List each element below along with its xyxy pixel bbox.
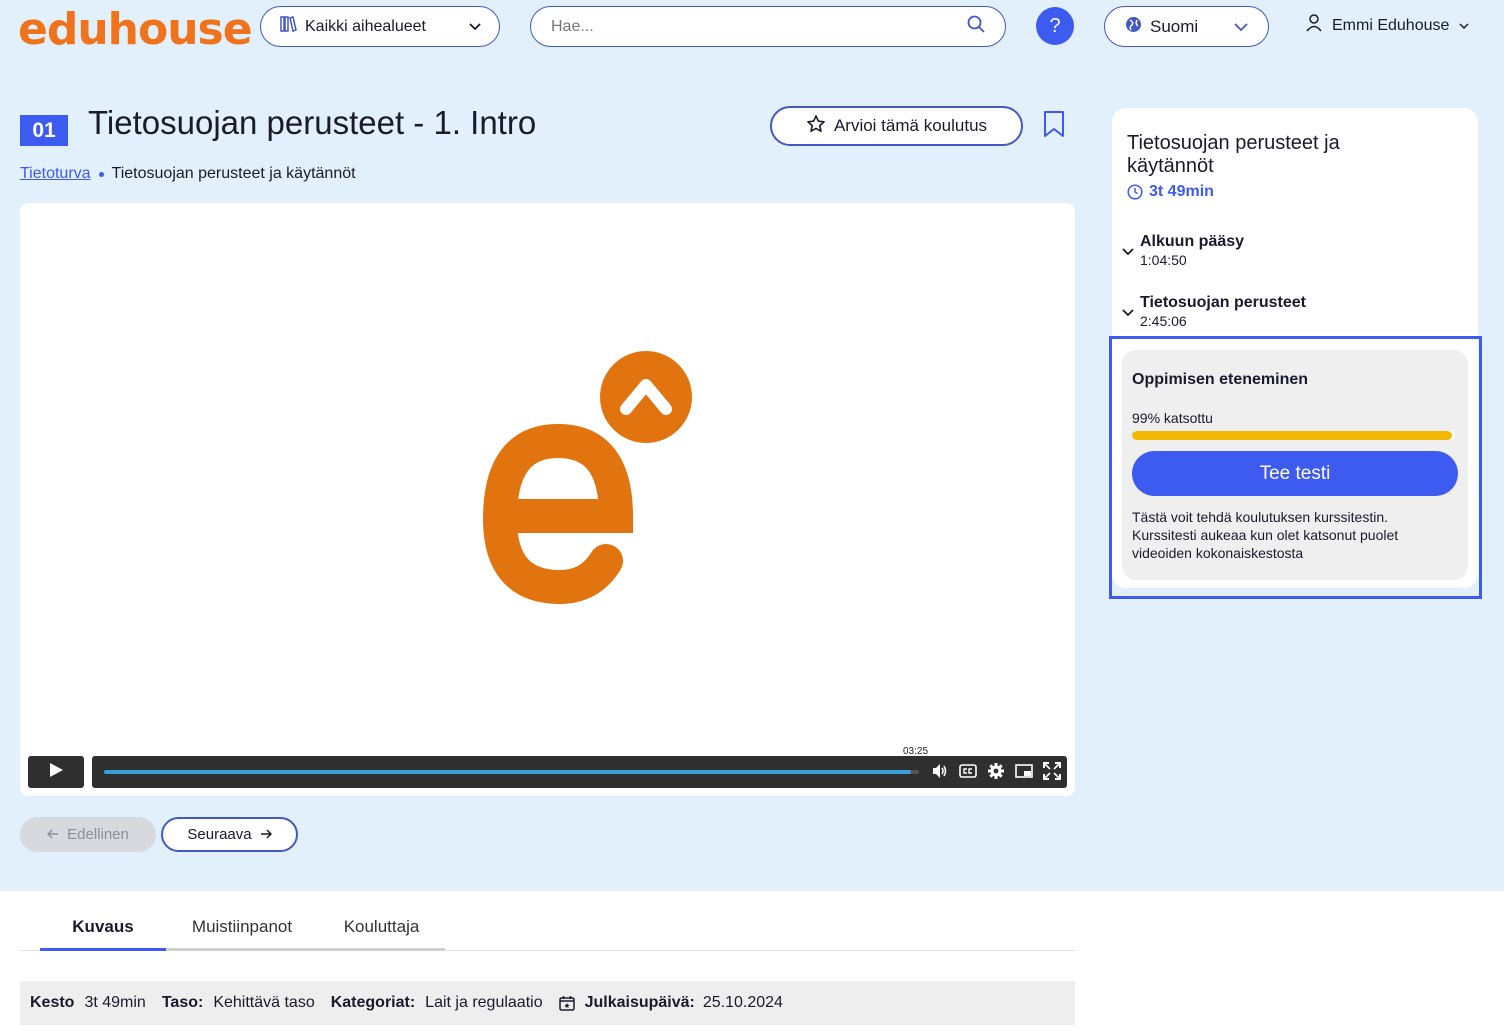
arrow-right-icon — [260, 826, 272, 843]
video-player[interactable]: 03:25 — [20, 203, 1075, 796]
picture-in-picture-icon[interactable] — [1015, 762, 1033, 785]
breadcrumb-link-tietoturva[interactable]: Tietoturva — [20, 165, 91, 183]
course-meta-bar: Kesto 3t 49min Taso: Kehittävä taso Kate… — [20, 981, 1075, 1025]
clock-icon — [1127, 184, 1143, 200]
language-label: Suomi — [1150, 16, 1199, 36]
previous-label: Edellinen — [67, 826, 129, 843]
video-controls — [92, 756, 1067, 788]
user-icon — [1306, 14, 1322, 37]
next-button[interactable]: Seuraava — [161, 817, 298, 852]
video-seek-progress — [104, 770, 911, 774]
star-icon — [806, 114, 826, 139]
bookmark-icon[interactable] — [1042, 110, 1066, 143]
play-button[interactable] — [28, 756, 84, 788]
play-icon — [48, 762, 64, 783]
fullscreen-icon[interactable] — [1043, 762, 1061, 785]
search-input[interactable] — [551, 17, 967, 36]
categories-value: Lait ja regulaatio — [425, 994, 543, 1011]
published-value: 25.10.2024 — [702, 994, 783, 1011]
chevron-down-icon — [1122, 233, 1134, 268]
tab-kuvaus[interactable]: Kuvaus — [40, 905, 166, 951]
side-duration-value: 3t 49min — [1149, 183, 1214, 200]
section-alkuun-paasy[interactable]: Alkuun pääsy 1:04:50 — [1122, 233, 1244, 268]
next-label: Seuraava — [187, 826, 252, 843]
user-menu[interactable]: Emmi Eduhouse — [1306, 14, 1469, 37]
eduhouse-video-logo — [460, 351, 720, 616]
section-duration: 2:45:06 — [1140, 313, 1187, 329]
progress-bar-fill — [1132, 431, 1452, 440]
side-course-title: Tietosuojan perusteet ja käytännöt — [1127, 132, 1340, 177]
rate-course-label: Arvioi tämä koulutus — [833, 116, 988, 135]
breadcrumb: Tietoturva Tietosuojan perusteet ja käyt… — [20, 165, 356, 183]
test-description: Tästä voit tehdä koulutuksen kurssitesti… — [1132, 509, 1399, 561]
search-icon[interactable] — [967, 15, 985, 38]
rate-course-button[interactable]: Arvioi tämä koulutus — [770, 106, 1023, 146]
learning-progress-card: Oppimisen eteneminen 99% katsottu Tee te… — [1122, 350, 1468, 580]
video-seek-bar[interactable] — [104, 770, 919, 774]
duration-value: 3t 49min — [84, 994, 146, 1011]
section-duration: 1:04:50 — [1140, 252, 1187, 268]
settings-gear-icon[interactable] — [987, 762, 1005, 785]
eduhouse-logo[interactable]: eduhouse^ — [18, 0, 263, 55]
section-title: Alkuun pääsy — [1140, 233, 1245, 250]
language-select[interactable]: Suomi — [1104, 6, 1269, 47]
chevron-down-icon — [1122, 294, 1134, 329]
content-tabs: Kuvaus Muistiinpanot Kouluttaja — [20, 905, 1075, 951]
take-test-button[interactable]: Tee testi — [1132, 451, 1458, 496]
category-select[interactable]: Kaikki aihealueet — [260, 6, 500, 47]
side-course-duration: 3t 49min — [1127, 183, 1214, 201]
calendar-icon — [558, 995, 575, 1011]
volume-icon[interactable] — [931, 762, 949, 785]
progress-title: Oppimisen eteneminen — [1132, 371, 1309, 388]
section-tietosuojan-perusteet[interactable]: Tietosuojan perusteet 2:45:06 — [1122, 294, 1306, 329]
progress-bar — [1132, 431, 1455, 440]
chevron-down-icon — [1459, 17, 1469, 35]
globe-icon — [1125, 16, 1142, 38]
help-button[interactable]: ? — [1036, 7, 1074, 45]
books-icon — [279, 15, 297, 38]
breadcrumb-current: Tietosuojan perusteet ja käytännöt — [111, 165, 356, 182]
tab-muistiinpanot[interactable]: Muistiinpanot — [166, 905, 318, 951]
captions-icon[interactable] — [959, 762, 977, 785]
search-bar[interactable] — [530, 6, 1006, 47]
user-name: Emmi Eduhouse — [1332, 16, 1450, 34]
arrow-left-icon — [47, 826, 59, 843]
duration-label: Kesto — [30, 994, 75, 1011]
previous-button[interactable]: Edellinen — [20, 817, 156, 852]
category-select-label: Kaikki aihealueet — [305, 17, 426, 35]
section-title: Tietosuojan perusteet — [1140, 294, 1306, 311]
chevron-down-icon — [469, 18, 481, 36]
lesson-number-badge: 01 — [20, 115, 68, 146]
progress-text: 99% katsottu — [1132, 410, 1213, 426]
tab-kouluttaja[interactable]: Kouluttaja — [318, 905, 445, 951]
breadcrumb-separator — [98, 171, 104, 177]
level-value: Kehittävä taso — [213, 994, 315, 1011]
chevron-down-icon — [1234, 17, 1248, 37]
published-label: Julkaisupäivä: — [584, 994, 695, 1011]
page-title: Tietosuojan perusteet - 1. Intro — [88, 104, 537, 141]
level-label: Taso: — [161, 994, 204, 1011]
categories-label: Kategoriat: — [330, 994, 416, 1011]
